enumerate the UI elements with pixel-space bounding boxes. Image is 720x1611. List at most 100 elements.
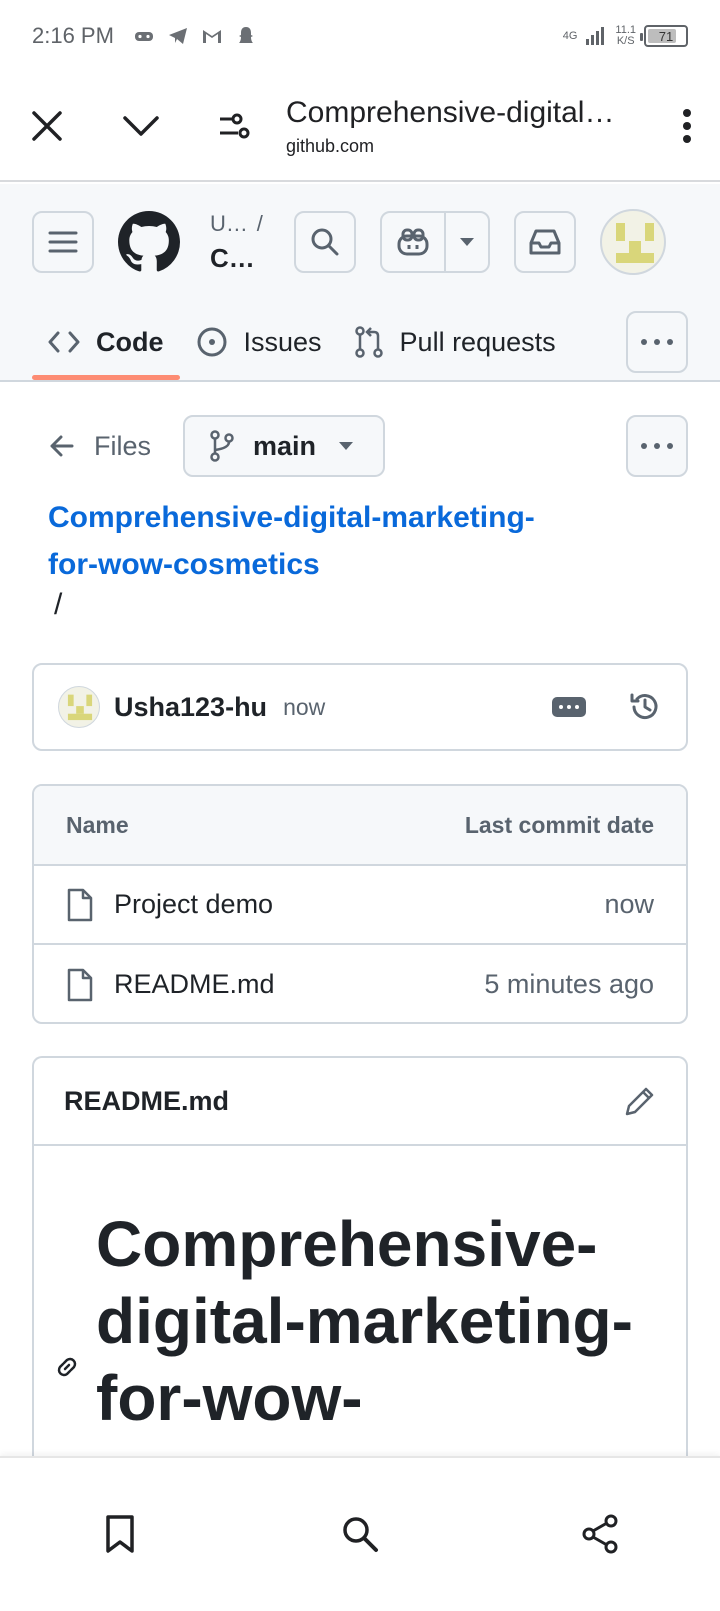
- page-title: Comprehensive-digital…: [286, 95, 615, 129]
- copilot-icon: [397, 228, 429, 256]
- repo-breadcrumb: U… / C…: [210, 211, 280, 274]
- pencil-icon[interactable]: [624, 1085, 656, 1117]
- owner-breadcrumb[interactable]: U… /: [210, 211, 280, 237]
- bottom-toolbar: [0, 1456, 720, 1611]
- more-vertical-icon: [683, 109, 691, 143]
- tab-code-label: Code: [96, 326, 164, 357]
- bookmark-icon: [106, 1515, 134, 1553]
- speed-indicator: 11.1 K/S: [615, 25, 636, 47]
- code-icon: [48, 331, 80, 353]
- search-button[interactable]: [294, 211, 356, 273]
- back-to-files-button[interactable]: Files: [32, 431, 151, 462]
- page-url: github.com: [286, 135, 375, 156]
- repo-name-link[interactable]: Comprehensive-digital-marketing- for-wow…: [48, 494, 608, 588]
- commit-message-toggle[interactable]: [552, 697, 586, 717]
- bookmark-button[interactable]: [80, 1494, 160, 1574]
- network-indicator: 4G: [562, 29, 578, 42]
- col-last-commit-date: Last commit date: [464, 811, 654, 838]
- readme-body: Comprehensive- digital-marketing- for-wo…: [34, 1146, 686, 1437]
- col-name: Name: [66, 811, 129, 838]
- branch-name: main: [253, 430, 317, 461]
- history-icon[interactable]: [628, 690, 662, 724]
- readme-heading-line1: Comprehensive-: [96, 1208, 598, 1280]
- gamepad-icon: [134, 32, 153, 41]
- avatar-identicon: [616, 223, 654, 263]
- issue-opened-icon: [197, 327, 226, 357]
- more-options-button[interactable]: [626, 415, 688, 477]
- github-top-row: U… / C…: [32, 209, 688, 275]
- battery-icon: 71: [640, 25, 688, 47]
- file-icon: [67, 968, 93, 1001]
- file-table-header: Name Last commit date: [34, 786, 686, 866]
- repo-name-line1: Comprehensive-digital-marketing-: [48, 501, 535, 534]
- more-tabs-button[interactable]: [626, 311, 688, 373]
- readme-heading-line2: digital-marketing-: [96, 1285, 633, 1357]
- git-pull-request-icon: [354, 326, 383, 358]
- branch-selector[interactable]: main: [183, 415, 386, 477]
- github-logo-button[interactable]: [118, 211, 180, 273]
- menu-button[interactable]: [32, 211, 94, 273]
- share-icon: [582, 1514, 618, 1554]
- inbox-icon: [529, 229, 561, 255]
- close-icon: [32, 111, 62, 141]
- inbox-button[interactable]: [514, 211, 576, 273]
- caret-down-icon: [460, 238, 474, 246]
- file-name[interactable]: README.md: [114, 969, 275, 1000]
- file-name[interactable]: Project demo: [114, 889, 273, 920]
- status-time: 2:16 PM: [32, 23, 114, 48]
- files-label: Files: [94, 430, 152, 461]
- gmail-icon: [202, 30, 221, 43]
- hamburger-icon: [48, 231, 78, 253]
- snapchat-icon: [238, 27, 253, 43]
- tab-pull-requests[interactable]: Pull requests: [338, 304, 572, 380]
- arrow-left-icon: [50, 435, 74, 457]
- close-tab-button[interactable]: [0, 71, 94, 181]
- network-type: 4G: [562, 29, 578, 42]
- user-avatar-button[interactable]: [600, 209, 666, 275]
- kebab-horizontal-icon: [641, 443, 673, 449]
- readme-header: README.md: [34, 1058, 686, 1146]
- readme-panel: README.md Comprehensive- digital-marketi…: [32, 1056, 688, 1476]
- copilot-button-group: [380, 211, 490, 273]
- files-bar: Files main: [32, 414, 688, 478]
- file-icon: [67, 888, 93, 921]
- copilot-dropdown-button[interactable]: [446, 237, 488, 247]
- caret-down-icon: [339, 442, 354, 450]
- chevron-down-icon: [123, 116, 159, 136]
- find-in-page-button[interactable]: [320, 1494, 400, 1574]
- readme-title: README.md: [64, 1085, 230, 1116]
- commit-author[interactable]: Usha123-hu: [114, 692, 267, 723]
- repo-breadcrumb-name[interactable]: C…: [210, 243, 280, 274]
- readme-heading: Comprehensive- digital-marketing- for-wo…: [96, 1206, 646, 1437]
- custom-tab-toolbar: Comprehensive-digital… github.com: [0, 72, 720, 182]
- tab-issues-label: Issues: [243, 326, 322, 357]
- signal-icon: [586, 27, 605, 45]
- breadcrumb-separator: /: [256, 210, 263, 236]
- commit-time: now: [283, 693, 326, 720]
- tab-pull-requests-label: Pull requests: [399, 326, 556, 357]
- battery-level: 71: [658, 28, 674, 44]
- minimize-tab-button[interactable]: [94, 71, 188, 181]
- copilot-button[interactable]: [382, 213, 446, 271]
- github-octocat-icon: [118, 211, 180, 272]
- anchor-link-icon[interactable]: [52, 1352, 82, 1382]
- file-date: 5 minutes ago: [484, 969, 654, 999]
- share-button[interactable]: [560, 1494, 640, 1574]
- owner-name: U…: [210, 210, 248, 236]
- table-row[interactable]: README.md 5 minutes ago: [34, 945, 686, 1022]
- path-separator: /: [54, 588, 63, 621]
- readme-heading-line3: for-wow-: [96, 1362, 363, 1434]
- status-bar: 2:16 PM 4G 11.1 K/S 71: [0, 0, 720, 72]
- page-title-block: Comprehensive-digital… github.com: [282, 96, 654, 157]
- notification-icons: [132, 24, 258, 48]
- avatar[interactable]: [58, 686, 100, 728]
- repo-name-line2: for-wow-cosmetics: [48, 548, 320, 581]
- git-branch-icon: [210, 430, 234, 462]
- overflow-menu-button[interactable]: [654, 71, 720, 181]
- file-table: Name Last commit date Project demo now R…: [32, 784, 688, 1024]
- page-info-button[interactable]: [188, 71, 282, 181]
- tab-code[interactable]: Code: [32, 304, 180, 380]
- table-row[interactable]: Project demo now: [34, 866, 686, 945]
- speed-unit: K/S: [616, 35, 635, 47]
- tab-issues[interactable]: Issues: [180, 304, 338, 380]
